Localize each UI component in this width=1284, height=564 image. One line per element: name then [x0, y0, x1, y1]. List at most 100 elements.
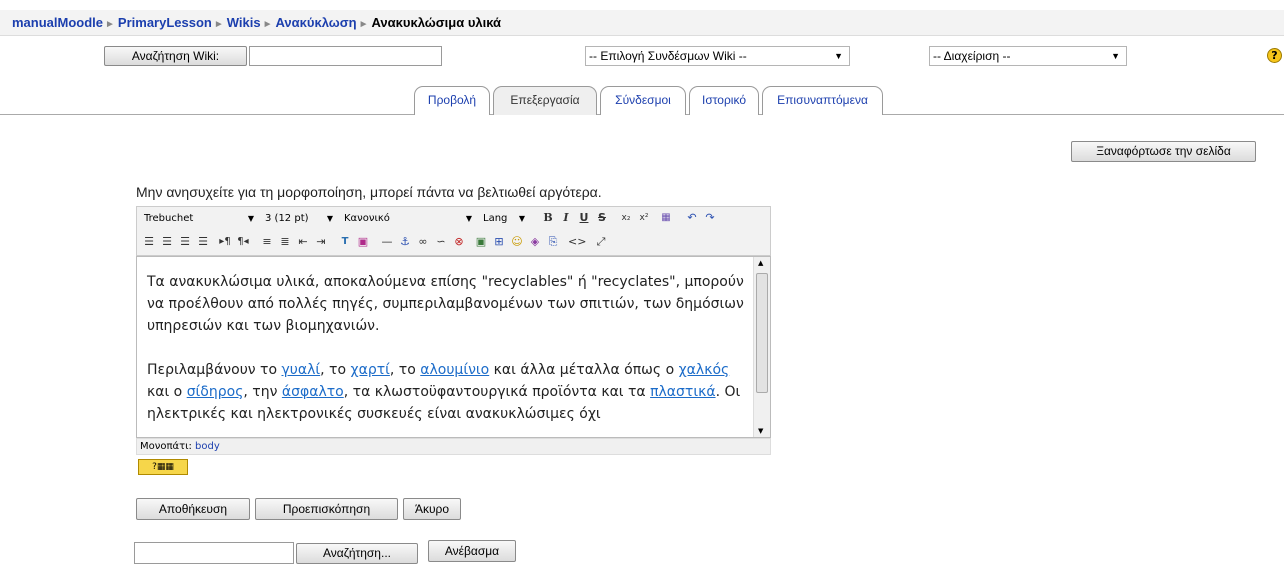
link-paper[interactable]: χαρτί [351, 362, 390, 378]
unordered-list-icon[interactable]: ≣ [276, 234, 294, 250]
unlink-icon[interactable]: ∽ [432, 234, 450, 250]
editor-path-bar: Μονοπάτι: body [136, 438, 771, 455]
fullscreen-icon[interactable]: ⤢ [592, 234, 610, 250]
editor-content: Τα ανακυκλώσιμα υλικά, αποκαλούμενα επίσ… [147, 271, 747, 437]
chevron-down-icon: ▼ [518, 214, 525, 223]
scrollbar-thumb[interactable] [756, 273, 768, 393]
editor-toolbar: Trebuchet ▼ 3 (12 pt) ▼ Κανονικό ▼ Lang ▼ B … [136, 206, 771, 256]
wiki-links-select[interactable]: -- Επιλογή Συνδέσμων Wiki -- ▼ [585, 46, 850, 66]
italic-icon[interactable]: I [557, 210, 575, 226]
editor-paragraph: Τα ανακυκλώσιμα υλικά, αποκαλούμενα επίσ… [147, 274, 744, 334]
help-icon[interactable]: ? [1267, 48, 1282, 63]
ordered-list-icon[interactable]: ≡ [258, 234, 276, 250]
scroll-up-icon[interactable]: ▲ [758, 259, 763, 267]
indent-icon[interactable]: ⇥ [312, 234, 330, 250]
editor-scrollbar[interactable]: ▲ ▼ [753, 257, 770, 437]
chevron-down-icon: ▼ [1111, 51, 1120, 61]
chevron-down-icon: ▼ [247, 214, 254, 223]
path-body-link[interactable]: body [195, 441, 220, 452]
align-justify-icon[interactable]: ☰ [194, 234, 212, 250]
strikethrough-icon[interactable]: S [593, 210, 611, 226]
preview-button[interactable]: Προεπισκόπηση [255, 498, 398, 520]
align-center-icon[interactable]: ☰ [158, 234, 176, 250]
breadcrumb-current: Ανακυκλώσιμα υλικά [371, 15, 502, 30]
editor-paragraph: Περιλαμβάνουν το γυαλί, το χαρτί, το αλο… [147, 359, 747, 425]
text-run: και ο [147, 384, 187, 400]
wiki-search-button[interactable]: Αναζήτηση Wiki: [104, 46, 247, 66]
breadcrumb-separator: ► [358, 19, 369, 30]
rtl-direction-icon[interactable]: ¶◂ [234, 234, 252, 250]
tab-edit[interactable]: Επεξεργασία [493, 86, 597, 115]
underline-icon[interactable]: U [575, 210, 593, 226]
insert-table-icon[interactable]: ⊞ [490, 234, 508, 250]
language-select[interactable]: Lang ▼ [479, 210, 529, 227]
smiley-icon[interactable]: ☺ [508, 234, 526, 250]
reload-page-button[interactable]: Ξαναφόρτωσε την σελίδα [1071, 141, 1256, 162]
outdent-icon[interactable]: ⇤ [294, 234, 312, 250]
text-run: , τα κλωστοϋφαντουργικά προϊόντα και τα [343, 384, 651, 400]
bold-icon[interactable]: B [539, 210, 557, 226]
font-size-value: 3 (12 pt) [265, 213, 309, 224]
save-button[interactable]: Αποθήκευση [136, 498, 250, 520]
ltr-direction-icon[interactable]: ▸¶ [216, 234, 234, 250]
breadcrumb-link-recycling[interactable]: Ανακύκλωση [276, 15, 357, 30]
admin-select[interactable]: -- Διαχείριση -- ▼ [929, 46, 1127, 66]
tab-history[interactable]: Ιστορικό [689, 86, 759, 115]
align-right-icon[interactable]: ☰ [176, 234, 194, 250]
link-asphalt[interactable]: άσφαλτο [282, 384, 344, 400]
special-character-icon[interactable]: ◈ [526, 234, 544, 250]
keyboard-help-icon[interactable]: ?▦▦ [138, 459, 188, 475]
text-run: , το [389, 362, 421, 378]
redo-icon[interactable]: ↷ [701, 210, 719, 226]
chevron-down-icon: ▼ [834, 51, 843, 61]
align-left-icon[interactable]: ☰ [140, 234, 158, 250]
link-iron[interactable]: σίδηρος [187, 384, 244, 400]
paragraph-style-value: Κανονικό [344, 213, 390, 224]
insert-link-icon[interactable]: ∞ [414, 234, 432, 250]
link-copper[interactable]: χαλκός [679, 362, 730, 378]
font-family-select[interactable]: Trebuchet ▼ [140, 210, 258, 227]
editor-area[interactable]: Τα ανακυκλώσιμα υλικά, αποκαλούμενα επίσ… [136, 256, 771, 438]
breadcrumb: manualMoodle ► PrimaryLesson ► Wikis ► Ανακύκλ… [12, 15, 501, 30]
text-color-icon[interactable]: T [336, 234, 354, 250]
breadcrumb-separator: ► [262, 19, 273, 30]
subscript-icon[interactable]: x₂ [617, 210, 635, 226]
breadcrumb-link-primarylesson[interactable]: PrimaryLesson [118, 15, 212, 30]
browse-button[interactable]: Αναζήτηση... [296, 543, 418, 564]
horizontal-rule-icon[interactable]: — [378, 234, 396, 250]
font-family-value: Trebuchet [144, 213, 194, 224]
upload-file-input[interactable] [134, 542, 294, 564]
undo-icon[interactable]: ↶ [683, 210, 701, 226]
scroll-down-icon[interactable]: ▼ [758, 427, 763, 435]
chevron-down-icon: ▼ [465, 214, 472, 223]
html-source-icon[interactable]: <> [568, 234, 586, 250]
paragraph-style-select[interactable]: Κανονικό ▼ [340, 210, 476, 227]
tab-links[interactable]: Σύνδεσμοι [600, 86, 686, 115]
path-label: Μονοπάτι: [140, 441, 192, 452]
wiki-links-select-value: -- Επιλογή Συνδέσμων Wiki -- [589, 49, 747, 63]
breadcrumb-separator: ► [105, 19, 115, 30]
formatting-notice: Μην ανησυχείτε για τη μορφοποίηση, μπορε… [136, 184, 602, 200]
link-plastic[interactable]: πλαστικά [650, 384, 715, 400]
cancel-button[interactable]: Άκυρο [403, 498, 461, 520]
background-color-icon[interactable]: ▣ [354, 234, 372, 250]
clean-word-icon[interactable]: ▦ [657, 210, 675, 226]
link-aluminium[interactable]: αλουμίνιο [420, 362, 489, 378]
tab-view[interactable]: Προβολή [414, 86, 490, 115]
wiki-search-input[interactable] [249, 46, 442, 66]
text-run: , την [243, 384, 282, 400]
text-run: Περιλαμβάνουν το [147, 362, 282, 378]
upload-button[interactable]: Ανέβασμα [428, 540, 516, 562]
nolink-icon[interactable]: ⊗ [450, 234, 468, 250]
breadcrumb-link-wikis[interactable]: Wikis [227, 15, 261, 30]
tab-attachments[interactable]: Επισυναπτόμενα [762, 86, 883, 115]
superscript-icon[interactable]: x² [635, 210, 653, 226]
text-run: , το [320, 362, 351, 378]
breadcrumb-link-manualmoodle[interactable]: manualMoodle [12, 15, 103, 30]
search-replace-icon[interactable]: ⎘ [544, 234, 562, 250]
anchor-icon[interactable]: ⚓ [396, 234, 414, 250]
font-size-select[interactable]: 3 (12 pt) ▼ [261, 210, 337, 227]
breadcrumb-separator: ► [213, 19, 224, 30]
insert-image-icon[interactable]: ▣ [472, 234, 490, 250]
link-glass[interactable]: γυαλί [282, 362, 321, 378]
